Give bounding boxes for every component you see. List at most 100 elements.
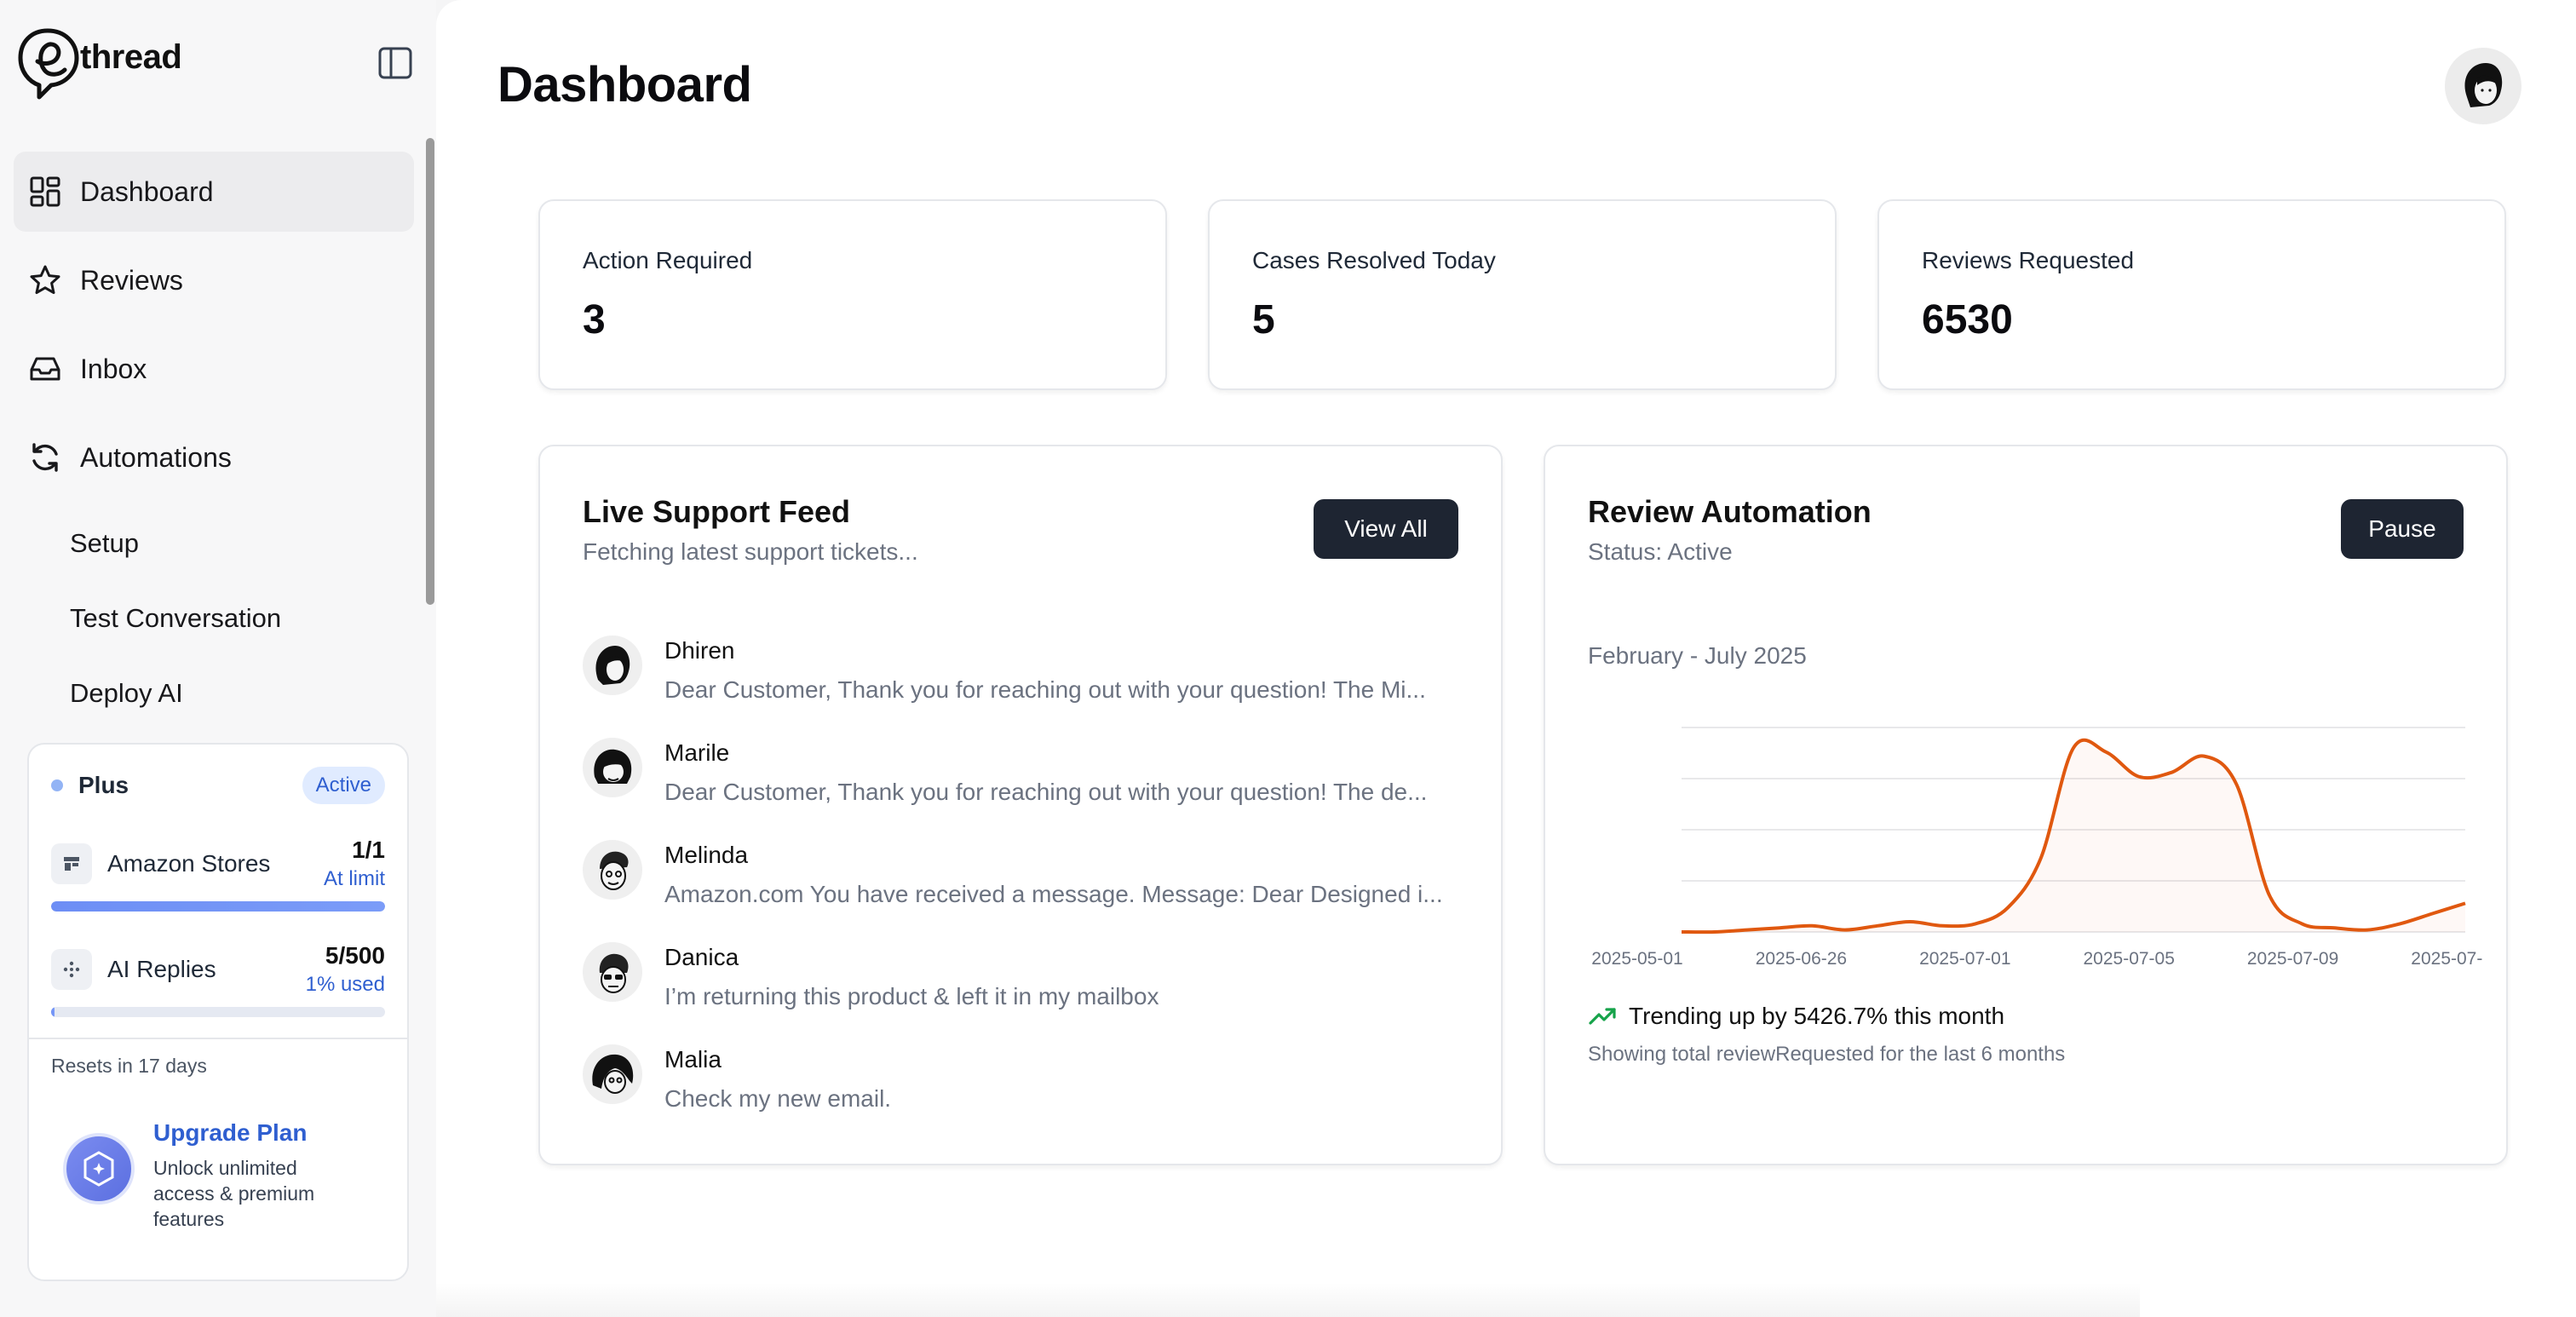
trend-subtext: Showing total reviewRequested for the la… [1588,1043,2066,1066]
review-automation-panel: Review Automation Status: Active Pause F… [1544,445,2508,1165]
usage-status: 1% used [305,973,385,996]
avatar [583,738,642,797]
plan-divider [29,1038,407,1039]
usage-amazon-stores: Amazon Stores 1/1 At limit [51,837,385,922]
chart-period: February - July 2025 [1588,642,1807,669]
sidebar-toggle-icon[interactable] [375,43,416,83]
chart-x-tick-label: 2025-07-14 [2411,949,2482,969]
main-content: Dashboard Action Required 3 Cases Resolv… [436,0,2576,1317]
bottom-shadow [436,1283,2140,1317]
chart-x-tick-label: 2025-05-01 [1591,949,1682,969]
panel-title: Live Support Feed [583,494,851,529]
sidebar-item-automations[interactable]: Automations [14,417,414,497]
sidebar-nav: Dashboard Reviews Inbox Automations Setu… [14,152,414,731]
sidebar-item-label: Automations [80,441,232,473]
stat-label: Cases Resolved Today [1252,247,1496,273]
stat-card-reviews-requested: Reviews Requested 6530 [1877,199,2506,390]
app-logo[interactable]: thread [17,26,182,101]
usage-value: 1/1 [352,837,385,863]
feed-sender-name: Marile [664,739,730,766]
feed-message-preview: I’m returning this product & left it in … [664,983,1159,1009]
sidebar-item-reviews[interactable]: Reviews [14,240,414,320]
feed-message-preview: Amazon.com You have received a message. … [664,881,1443,907]
dashboard-icon [30,176,60,207]
star-icon [30,265,60,295]
stat-value: 6530 [1922,297,2013,342]
feed-sender-name: Melinda [664,842,749,868]
feed-message-preview: Check my new email. [664,1085,892,1112]
ai-sparkle-icon [51,949,92,990]
usage-progress-fill [51,1007,55,1017]
thread-logo-icon [18,28,79,100]
list-item[interactable]: Melinda Amazon.com You have received a m… [583,840,1458,942]
feed-message-preview: Dear Customer, Thank you for reaching ou… [664,779,1428,805]
review-trend-chart: 2025-05-01 2025-06-26 2025-07-01 2025-07-05… [1591,727,2482,969]
trending-up-icon [1589,1008,1616,1025]
usage-progress-bar [51,1007,385,1017]
plan-card: Plus Active Amazon Stores 1/1 At limit A… [27,743,409,1281]
usage-label: AI Replies [107,956,216,982]
list-item[interactable]: Dhiren Dear Customer, Thank you for reac… [583,635,1458,738]
feed-sender-name: Danica [664,944,739,970]
trend-summary: Trending up by 5426.7% this month [1588,1002,2004,1031]
sidebar-item-label: Reviews [80,264,183,296]
plan-reset-text: Resets in 17 days [51,1055,207,1077]
store-icon [51,843,92,884]
stat-label: Action Required [583,247,753,273]
view-all-button[interactable]: View All [1314,499,1458,559]
sidebar-item-label: Dashboard [80,175,214,207]
plan-status-badge: Active [302,767,385,804]
upgrade-description: Unlock unlimited access & premium featur… [153,1157,315,1230]
list-item[interactable]: Marile Dear Customer, Thank you for reac… [583,738,1458,840]
list-item[interactable]: Danica I’m returning this product & left… [583,942,1458,1044]
support-feed-list: Dhiren Dear Customer, Thank you for reac… [583,635,1458,1147]
chart-x-tick-label: 2025-07-05 [2083,949,2174,969]
upgrade-title: Upgrade Plan [153,1119,308,1146]
trend-text: Trending up by 5426.7% this month [1629,1003,2005,1029]
feed-message-preview: Dear Customer, Thank you for reaching ou… [664,676,1426,703]
automation-status: Status: Active [1588,538,1733,565]
live-support-feed-panel: Live Support Feed Fetching latest suppor… [538,445,1503,1165]
avatar [583,635,642,695]
user-avatar[interactable] [2445,48,2521,124]
sidebar-scrollbar[interactable] [426,138,434,605]
chart-area [1682,739,2465,933]
inbox-icon [30,357,60,381]
sidebar-item-dashboard[interactable]: Dashboard [14,152,414,232]
stat-card-action-required: Action Required 3 [538,199,1167,390]
stat-value: 3 [583,297,606,342]
avatar [583,840,642,900]
panel-subtitle: Fetching latest support tickets... [583,538,918,565]
chart-x-tick-label: 2025-07-01 [1919,949,2010,969]
sidebar-subitem-deploy-ai[interactable]: Deploy AI [14,656,414,731]
feed-sender-name: Dhiren [664,637,735,664]
sidebar-item-inbox[interactable]: Inbox [14,329,414,409]
upgrade-hexagon-icon [63,1133,135,1205]
avatar [583,942,642,1002]
usage-status: At limit [324,867,385,890]
usage-value: 5/500 [325,942,385,969]
sidebar: thread Dashboard Reviews Inbox Automatio… [0,0,436,1317]
usage-label: Amazon Stores [107,850,271,877]
upgrade-plan-link[interactable]: Upgrade Plan Unlock unlimited access & p… [63,1119,390,1232]
usage-progress-bar [51,901,385,912]
refresh-icon [32,443,58,472]
feed-sender-name: Malia [664,1046,722,1073]
pause-button[interactable]: Pause [2341,499,2464,559]
sidebar-subitem-test-conversation[interactable]: Test Conversation [14,581,414,656]
panel-title: Review Automation [1588,494,1872,529]
chart-x-tick-label: 2025-06-26 [1756,949,1847,969]
app-name: thread [80,37,182,76]
stat-card-cases-resolved: Cases Resolved Today 5 [1208,199,1837,390]
plan-status-dot [51,779,63,791]
sidebar-subitem-setup[interactable]: Setup [14,506,414,581]
chart-x-tick-label: 2025-07-09 [2247,949,2338,969]
user-avatar-icon [2464,63,2503,107]
plan-name: Plus [51,772,129,799]
stat-value: 5 [1252,297,1275,342]
plan-name-label: Plus [78,772,129,798]
sidebar-item-label: Inbox [80,353,147,384]
stat-label: Reviews Requested [1922,247,2135,273]
avatar [583,1044,642,1104]
list-item[interactable]: Malia Check my new email. [583,1044,1458,1147]
